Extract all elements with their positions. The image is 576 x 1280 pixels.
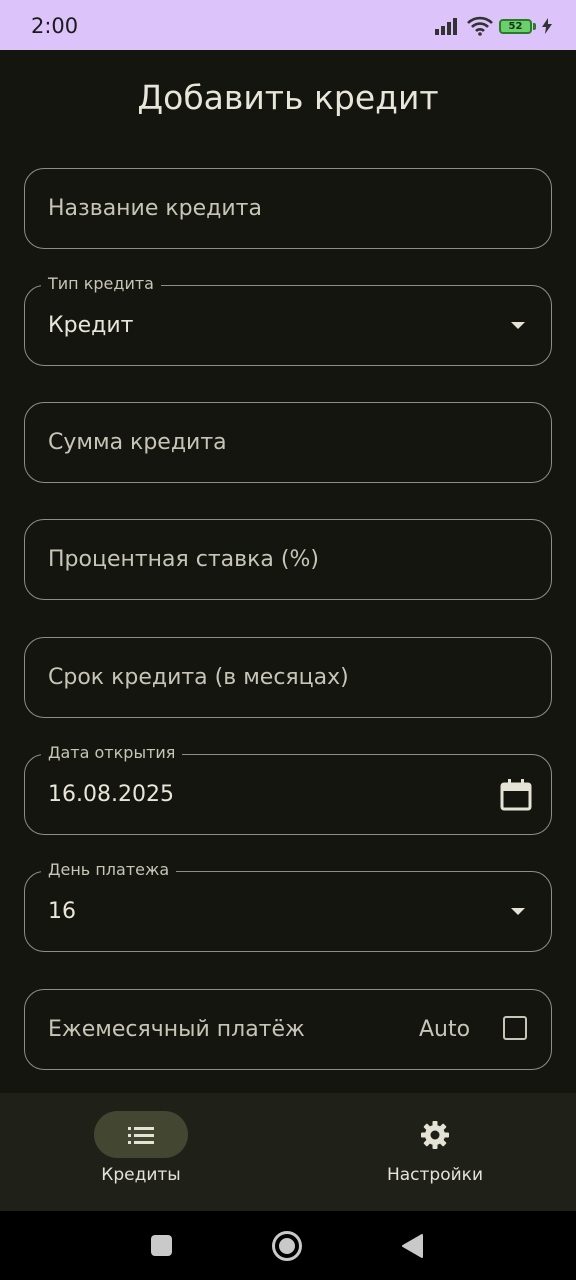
open-date-label: Дата открытия: [41, 743, 183, 763]
status-time: 2:00: [31, 14, 79, 38]
home-icon[interactable]: [272, 1231, 302, 1261]
payment-day-label: День платежа: [41, 860, 177, 880]
nav-label-settings: Настройки: [386, 1165, 483, 1185]
signal-icon: [435, 18, 457, 35]
auto-checkbox[interactable]: [503, 1016, 527, 1040]
monthly-payment-field[interactable]: Ежемесячный платёж Auto: [24, 989, 552, 1070]
nav-settings-pill[interactable]: [388, 1111, 482, 1158]
loan-type-value: Кредит: [48, 313, 134, 338]
loan-name-field[interactable]: Название кредита: [24, 168, 552, 249]
loan-type-label: Тип кредита: [41, 274, 161, 294]
back-icon[interactable]: [400, 1233, 424, 1259]
nav-active-indicator[interactable]: [94, 1111, 188, 1158]
battery-icon: 52: [499, 18, 532, 34]
monthly-payment-placeholder: Ежемесячный платёж: [48, 1017, 305, 1042]
open-date-field[interactable]: Дата открытия 16.08.2025: [24, 743, 552, 835]
loan-term-placeholder: Срок кредита (в месяцах): [48, 665, 349, 690]
page-title: Добавить кредит: [137, 78, 439, 117]
loan-amount-field[interactable]: Сумма кредита: [24, 402, 552, 483]
payment-day-value: 16: [48, 899, 76, 924]
payment-day-dropdown[interactable]: День платежа 16: [24, 860, 552, 952]
auto-label: Auto: [419, 1017, 471, 1042]
loan-amount-placeholder: Сумма кредита: [48, 430, 227, 455]
wifi-icon: [467, 16, 493, 36]
bottom-nav: Кредиты Настройки: [0, 1093, 576, 1211]
dropdown-arrow-icon[interactable]: [511, 322, 525, 329]
loan-type-dropdown[interactable]: Тип кредита Кредит: [24, 274, 552, 366]
system-nav-bar: [0, 1211, 576, 1280]
interest-rate-placeholder: Процентная ставка (%): [48, 547, 319, 572]
nav-label-loans: Кредиты: [101, 1165, 181, 1185]
dropdown-arrow-icon[interactable]: [511, 908, 525, 915]
battery-level: 52: [508, 20, 523, 32]
loan-term-field[interactable]: Срок кредита (в месяцах): [24, 637, 552, 718]
battery-tip: [533, 22, 536, 30]
nav-item-settings[interactable]: Настройки: [335, 1093, 535, 1211]
status-icons: 52: [435, 14, 552, 38]
loan-name-placeholder: Название кредита: [48, 196, 262, 221]
calendar-icon[interactable]: [499, 778, 533, 812]
nav-item-loans[interactable]: Кредиты: [41, 1093, 241, 1211]
status-bar: 2:00 52: [0, 0, 576, 50]
recents-icon[interactable]: [151, 1235, 172, 1256]
list-icon: [128, 1126, 154, 1144]
gear-icon: [421, 1120, 449, 1149]
open-date-value: 16.08.2025: [48, 782, 174, 807]
charging-icon: [542, 18, 552, 34]
interest-rate-field[interactable]: Процентная ставка (%): [24, 519, 552, 600]
